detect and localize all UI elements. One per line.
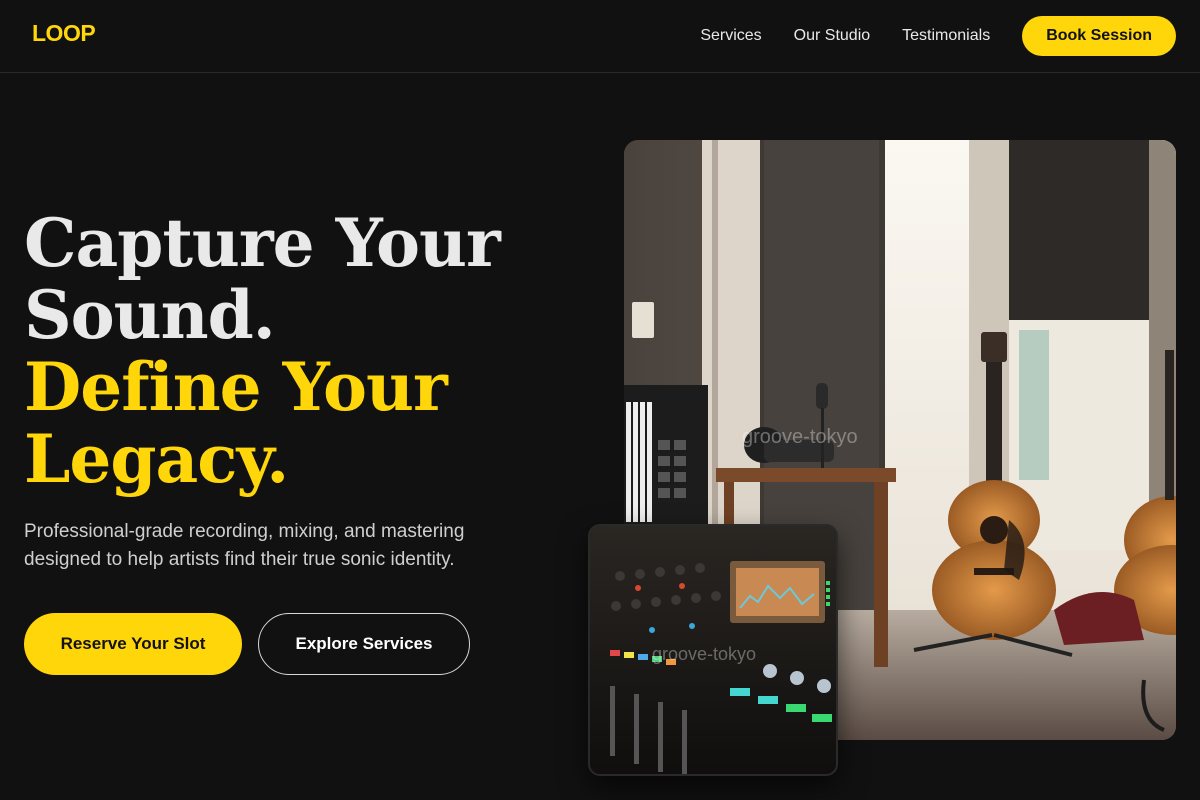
nav-link-our-studio[interactable]: Our Studio [794,27,870,45]
studio-watermark: groove-tokyo [742,426,858,448]
nav-link-services[interactable]: Services [700,27,761,45]
hero-subtitle: Professional-grade recording, mixing, an… [24,521,465,570]
reserve-slot-button[interactable]: Reserve Your Slot [24,613,242,675]
mixer-watermark: groove-tokyo [652,644,757,664]
site-header: LOOP Services Our Studio Testimonials Bo… [0,0,1200,73]
hero-title-line-2: Sound. [24,276,276,354]
explore-services-button[interactable]: Explore Services [258,613,470,675]
logo[interactable]: LOOP [32,20,96,47]
hero-title-line-3: Define Your [24,348,448,426]
mixer-photo: groove-tokyo [588,524,838,776]
book-session-button[interactable]: Book Session [1022,16,1176,56]
main-nav: Services Our Studio Testimonials Book Se… [700,16,1176,56]
hero-title-line-1: Capture Your [24,204,501,282]
hero-title-line-4: Legacy. [24,420,289,498]
nav-link-testimonials[interactable]: Testimonials [902,27,990,45]
hero-title: Capture Your Sound. Define Your Legacy. [24,207,584,495]
